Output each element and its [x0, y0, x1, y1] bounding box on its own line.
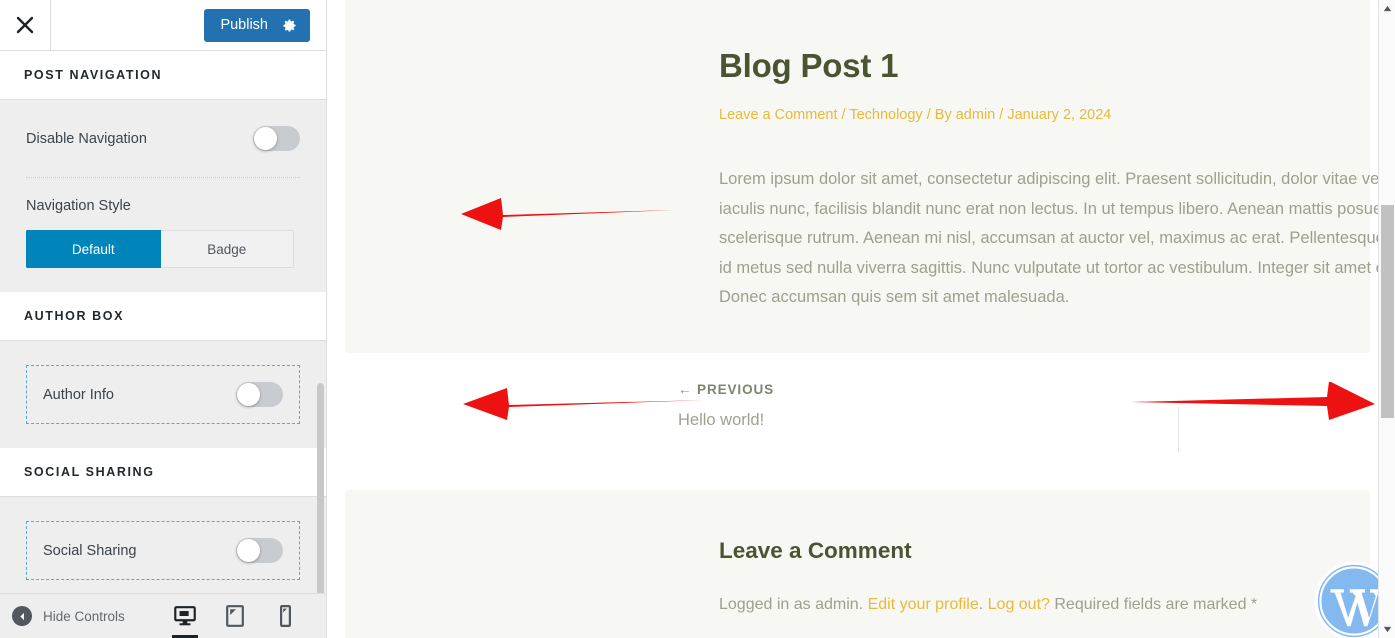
- publish-button[interactable]: Publish: [204, 8, 310, 42]
- previous-post-link[interactable]: ← PREVIOUS Hello world!: [678, 382, 774, 430]
- post-category-link[interactable]: Technology: [849, 107, 922, 123]
- toggle-knob: [254, 127, 277, 150]
- browser-scrollbar-thumb[interactable]: [1381, 205, 1394, 418]
- disable-navigation-label: Disable Navigation: [26, 130, 147, 147]
- post-navigation: ← PREVIOUS Hello world! NEXT → Blog Post…: [667, 382, 1395, 454]
- navigation-style-button-group: Default Badge: [26, 230, 294, 268]
- customizer-screen: Publish POST NAVIGATION Disable Navigati…: [0, 0, 1395, 638]
- social-sharing-toggle[interactable]: [236, 538, 283, 563]
- close-icon[interactable]: [0, 0, 51, 50]
- leave-a-comment-heading: Leave a Comment: [719, 538, 912, 563]
- meta-separator: /: [926, 107, 931, 123]
- page-title: Blog Post 1: [719, 47, 899, 84]
- toggle-knob: [237, 539, 260, 562]
- logged-in-prefix: Logged in as admin.: [719, 596, 864, 613]
- gear-icon[interactable]: [282, 18, 297, 33]
- comment-logged-in-note: Logged in as admin. Edit your profile. L…: [719, 596, 1257, 614]
- leave-a-comment-link[interactable]: Leave a Comment: [719, 107, 837, 123]
- sidebar-scrollbar-thumb[interactable]: [317, 383, 324, 598]
- period-after-edit: .: [978, 596, 984, 613]
- hide-controls-button[interactable]: Hide Controls: [12, 606, 125, 626]
- meta-separator: /: [999, 107, 1004, 123]
- navigation-style-option-badge[interactable]: Badge: [160, 230, 294, 268]
- section-heading-author-box: AUTHOR BOX: [0, 292, 326, 341]
- sidebar-footer: Hide Controls: [0, 593, 326, 638]
- comment-card: [345, 490, 1370, 638]
- chevron-left-icon: [12, 606, 32, 626]
- hide-controls-label: Hide Controls: [43, 608, 125, 624]
- post-meta: Leave a Comment / Technology / By admin …: [719, 107, 1111, 123]
- post-author[interactable]: By admin: [935, 107, 995, 123]
- post-navigation-divider: [1178, 407, 1179, 452]
- tablet-icon[interactable]: [220, 598, 250, 634]
- social-sharing-label: Social Sharing: [43, 542, 137, 559]
- disable-navigation-toggle[interactable]: [253, 126, 300, 151]
- previous-post-title: Hello world!: [678, 411, 765, 429]
- navigation-style-label: Navigation Style: [26, 198, 131, 214]
- scroll-down-icon[interactable]: [1379, 621, 1395, 638]
- publish-button-label: Publish: [220, 16, 268, 33]
- author-info-label: Author Info: [43, 386, 114, 403]
- customizer-sidebar: Publish POST NAVIGATION Disable Navigati…: [0, 0, 327, 638]
- sidebar-topbar: Publish: [0, 0, 326, 51]
- scroll-up-icon[interactable]: [1379, 0, 1395, 17]
- post-date[interactable]: January 2, 2024: [1007, 107, 1111, 123]
- device-preview-switcher: [170, 598, 312, 638]
- author-info-toggle[interactable]: [236, 382, 283, 407]
- section-body-post-navigation: Disable Navigation Navigation Style Defa…: [0, 100, 326, 292]
- previous-kicker: ← PREVIOUS: [678, 382, 775, 397]
- control-navigation-style: Navigation Style Default Badge: [0, 178, 326, 292]
- control-social-sharing[interactable]: Social Sharing: [26, 521, 300, 580]
- publish-area: Publish: [204, 8, 326, 42]
- browser-scrollbar[interactable]: [1378, 0, 1395, 638]
- control-disable-navigation: Disable Navigation: [0, 100, 326, 165]
- toggle-knob: [237, 383, 260, 406]
- post-body-text: Lorem ipsum dolor sit amet, consectetur …: [719, 170, 1395, 306]
- control-author-info[interactable]: Author Info: [26, 365, 300, 424]
- meta-separator: /: [841, 107, 846, 123]
- section-heading-post-navigation: POST NAVIGATION: [0, 51, 326, 100]
- edit-profile-link[interactable]: Edit your profile: [868, 596, 979, 613]
- section-heading-social-sharing: SOCIAL SHARING: [0, 448, 326, 497]
- logout-link[interactable]: Log out?: [988, 596, 1050, 613]
- navigation-style-option-default[interactable]: Default: [26, 230, 161, 268]
- required-fields-note: Required fields are marked *: [1054, 596, 1258, 613]
- desktop-icon[interactable]: [170, 598, 200, 638]
- mobile-icon[interactable]: [270, 598, 300, 634]
- site-preview-frame: Blog Post 1 Leave a Comment / Technology…: [327, 0, 1395, 638]
